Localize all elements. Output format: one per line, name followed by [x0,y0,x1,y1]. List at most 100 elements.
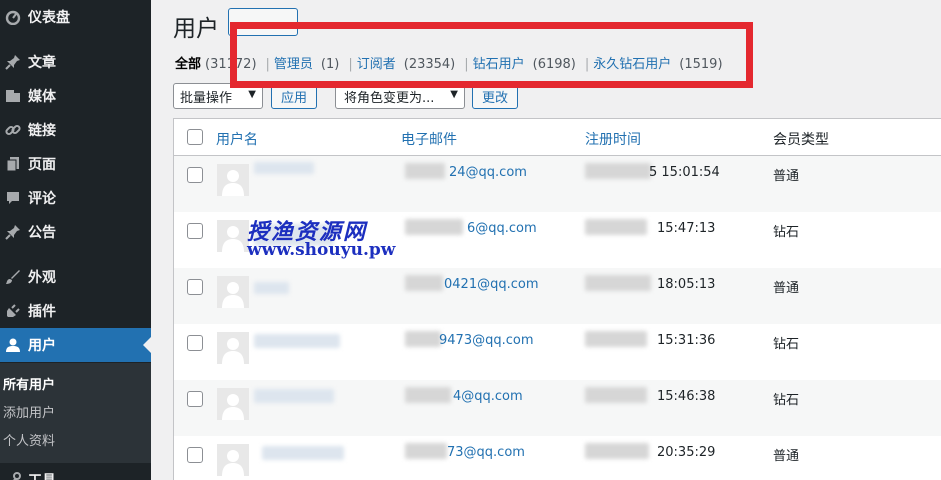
member-type: 钻石 [773,225,800,240]
page-title: 用户 [173,16,219,42]
table-row: 0421@qq.com 18:05:13 普通 [174,268,941,324]
member-type: 钻石 [773,393,800,408]
table-row: 24@qq.com 5 15:01:54 普通 [174,156,941,212]
redacted-date [585,387,647,403]
menu-label: 仪表盘 [28,10,70,26]
admin-sidebar: 仪表盘 文章 媒体 链接 页面 评论 公告 外观 插件 用户 所有用户 添加用户… [0,0,151,480]
menu-label: 工具 [28,470,56,480]
registered-time: 20:35:29 [657,445,716,460]
menu-item-comments[interactable]: 评论 [0,181,151,215]
table-row: 4@qq.com 15:46:38 钻石 [174,380,941,436]
row-checkbox[interactable] [187,279,203,295]
media-icon [2,86,24,106]
avatar [217,444,249,476]
redacted-date [585,443,649,459]
avatar [217,332,249,364]
menu-item-posts[interactable]: 文章 [0,45,151,79]
column-username[interactable]: 用户名 [216,129,258,149]
bulk-action-label: 批量操作 [180,90,233,106]
user-email[interactable]: 24@qq.com [449,165,527,180]
redacted-username [254,162,314,174]
menu-item-appearance[interactable]: 外观 [0,260,151,294]
menu-label: 插件 [28,304,56,320]
link-icon [2,120,24,140]
menu-label: 链接 [28,123,56,139]
registered-time: 15:47:13 [657,221,716,236]
redacted-date [585,163,651,179]
select-all-checkbox[interactable] [187,129,203,145]
change-role-label: 将角色变更为... [344,90,435,106]
registered-time: 5 15:01:54 [649,165,720,180]
menu-label: 评论 [28,191,56,207]
menu-label: 文章 [28,55,56,71]
dashboard-icon [2,7,24,27]
menu-label: 公告 [28,225,56,241]
menu-label: 外观 [28,270,56,286]
redacted-date [585,219,647,235]
submenu-profile[interactable]: 个人资料 [3,430,55,449]
brush-icon [2,267,24,287]
user-email[interactable]: 9473@qq.com [439,333,534,348]
menu-label: 媒体 [28,89,56,105]
registered-time: 15:31:36 [657,333,716,348]
column-email[interactable]: 电子邮件 [401,129,457,149]
comment-icon [2,188,24,208]
redacted-username [254,282,289,294]
avatar [217,388,249,420]
menu-item-dashboard[interactable]: 仪表盘 [0,0,151,34]
user-email[interactable]: 4@qq.com [453,389,523,404]
tools-icon [2,470,24,480]
row-checkbox[interactable] [187,391,203,407]
user-email[interactable]: 0421@qq.com [444,277,539,292]
user-icon [2,335,24,355]
users-table: 用户名 电子邮件 注册时间 会员类型 24@qq.com 5 15:01:54 … [173,118,941,480]
users-submenu: 所有用户 添加用户 个人资料 [0,363,151,463]
submenu-all-users[interactable]: 所有用户 [3,374,55,393]
redacted-email-prefix [405,163,445,179]
red-highlight-annotation [230,22,753,88]
member-type: 普通 [773,281,800,296]
menu-item-tools[interactable]: 工具 [0,463,151,480]
member-type: 普通 [773,169,800,184]
table-row: 73@qq.com 20:35:29 普通 [174,436,941,480]
row-checkbox[interactable] [187,335,203,351]
menu-item-media[interactable]: 媒体 [0,79,151,113]
row-checkbox[interactable] [187,167,203,183]
menu-item-notices[interactable]: 公告 [0,215,151,249]
column-member-type: 会员类型 [773,132,829,148]
pin-icon [2,222,24,242]
redacted-username [262,446,344,460]
menu-item-users[interactable]: 用户 [0,328,151,362]
registered-time: 15:46:38 [657,389,716,404]
member-type: 钻石 [773,337,800,352]
menu-item-plugins[interactable]: 插件 [0,294,151,328]
page-icon [2,154,24,174]
plugin-icon [2,301,24,321]
chevron-down-icon: ▼ [450,89,458,100]
registered-time: 18:05:13 [657,277,716,292]
submenu-add-user[interactable]: 添加用户 [3,402,55,421]
redacted-email-prefix [405,387,451,403]
avatar [217,164,249,196]
pin-icon [2,52,24,72]
redacted-username [254,389,334,403]
chevron-down-icon: ▼ [248,89,256,100]
menu-item-links[interactable]: 链接 [0,113,151,147]
user-email[interactable]: 6@qq.com [467,221,537,236]
menu-item-pages[interactable]: 页面 [0,147,151,181]
redacted-email-prefix [405,443,447,459]
watermark-url: www.shouyu.pw [247,240,396,260]
menu-label: 用户 [28,338,56,354]
table-row: 9473@qq.com 15:31:36 钻石 [174,324,941,380]
redacted-date [585,275,651,291]
avatar [217,220,249,252]
redacted-email-prefix [405,275,443,291]
user-email[interactable]: 73@qq.com [447,445,525,460]
row-checkbox[interactable] [187,223,203,239]
row-checkbox[interactable] [187,447,203,463]
redacted-email-prefix [405,331,441,347]
avatar [217,276,249,308]
redacted-date [585,331,647,347]
column-registered[interactable]: 注册时间 [585,129,641,149]
member-type: 普通 [773,449,800,464]
